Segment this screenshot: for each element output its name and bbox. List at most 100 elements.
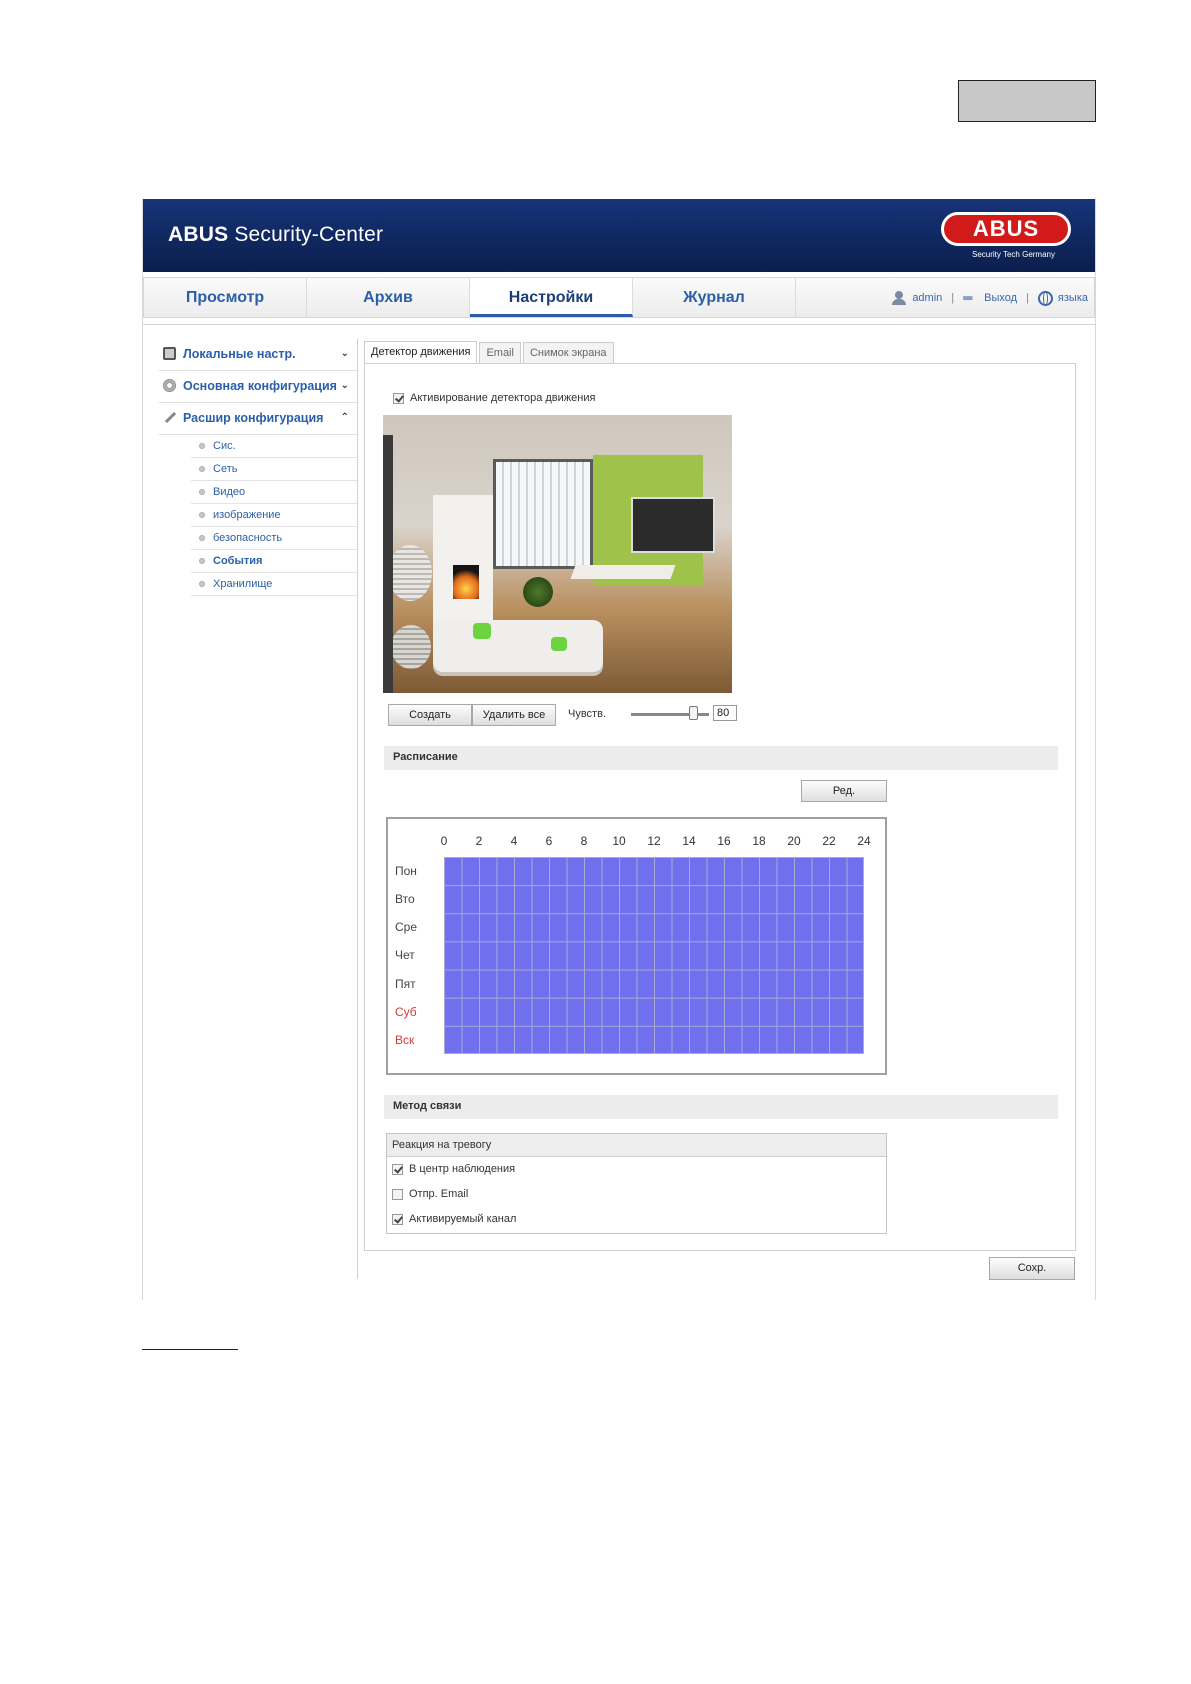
sidebar-section-local[interactable]: Локальные настр. ⌄ — [159, 339, 357, 371]
sidebar-item-video[interactable]: Видео — [191, 481, 357, 504]
edit-schedule-button[interactable]: Ред. — [801, 780, 887, 802]
nav-tab-live-view[interactable]: Просмотр — [144, 278, 307, 317]
day-label: Вск — [395, 1032, 415, 1047]
preview-post — [383, 435, 393, 693]
sensitivity-value-field[interactable]: 80 — [713, 705, 737, 721]
footnote-rule — [142, 1349, 238, 1350]
preview-window — [493, 459, 593, 569]
option-label: Активируемый канал — [409, 1213, 517, 1225]
delete-all-button[interactable]: Удалить все — [472, 704, 556, 726]
preview-lamp — [388, 545, 432, 601]
nav-tab-playback[interactable]: Архив — [307, 278, 470, 317]
hour-label: 12 — [647, 834, 661, 848]
monitor-icon — [163, 347, 176, 360]
preview-artwork — [631, 497, 715, 553]
sidebar-section-label: Локальные настр. — [183, 347, 296, 361]
hour-label: 0 — [440, 834, 448, 848]
page-corner-box — [958, 80, 1096, 122]
schedule-grid[interactable] — [444, 857, 864, 1054]
sidebar-item-events[interactable]: События — [191, 550, 357, 573]
tab-motion-detection[interactable]: Детектор движения — [364, 341, 478, 364]
sidebar: Локальные настр. ⌄ Основная конфигурация… — [159, 339, 358, 1279]
event-tabs: Детектор движения Email Снимок экрана — [364, 341, 616, 364]
nav-tab-log[interactable]: Журнал — [633, 278, 796, 317]
hour-label: 10 — [612, 834, 626, 848]
linkage-options: Реакция на тревогу В центр наблюдения От… — [386, 1133, 887, 1234]
sidebar-item-network[interactable]: Сеть — [191, 458, 357, 481]
day-label: Пон — [395, 864, 417, 878]
enable-motion-label: Активирование детектора движения — [410, 392, 596, 404]
hour-label: 24 — [857, 834, 871, 848]
linkage-option-channel[interactable]: Активируемый канал — [387, 1207, 886, 1232]
schedule-section-title: Расписание — [384, 746, 1058, 770]
linkage-section-title: Метод связи — [384, 1095, 1058, 1119]
globe-icon — [1037, 290, 1053, 306]
separator: | — [1026, 292, 1029, 305]
camera-preview-image[interactable] — [383, 415, 732, 693]
gear-icon — [163, 379, 176, 392]
chevron-down-icon: ⌄ — [340, 348, 349, 359]
user-icon — [892, 291, 907, 306]
wrench-icon — [164, 411, 177, 424]
abus-logo: ABUS — [941, 212, 1071, 246]
web-app-window: ABUS Security-Center ABUS Security Tech … — [142, 199, 1096, 1300]
preview-table — [570, 565, 676, 579]
preview-plant — [523, 577, 553, 607]
sidebar-item-system[interactable]: Сис. — [191, 435, 357, 458]
tab-snapshot[interactable]: Снимок экрана — [522, 342, 614, 364]
sensitivity-label: Чувств. — [568, 708, 606, 720]
main-area: Локальные настр. ⌄ Основная конфигурация… — [143, 324, 1095, 1301]
motion-detection-panel: Активирование детектора движения Создать… — [364, 363, 1076, 1251]
sidebar-section-basic[interactable]: Основная конфигурация ⌄ — [159, 371, 357, 403]
option-checkbox[interactable] — [392, 1188, 403, 1200]
save-button[interactable]: Сохр. — [989, 1257, 1075, 1280]
language-link[interactable]: языка — [1058, 278, 1088, 318]
user-name[interactable]: admin — [912, 278, 942, 318]
day-label: Сре — [395, 920, 418, 935]
logout-icon — [963, 293, 980, 304]
hour-label: 22 — [822, 834, 836, 848]
create-area-button[interactable]: Создать — [388, 704, 472, 726]
option-checkbox[interactable] — [392, 1163, 403, 1175]
day-label: Вто — [395, 892, 415, 907]
sidebar-item-storage[interactable]: Хранилище — [191, 573, 357, 596]
preview-cushion — [473, 623, 491, 639]
user-controls: admin | Выход | языка — [892, 278, 1088, 317]
preview-cushion — [551, 637, 567, 651]
hour-label: 8 — [580, 834, 588, 848]
option-label: В центр наблюдения — [409, 1163, 516, 1175]
app-title: ABUS Security-Center — [168, 223, 384, 246]
chevron-down-icon: ⌄ — [340, 380, 349, 391]
day-label: Суб — [395, 1004, 417, 1019]
logout-link[interactable]: Выход — [984, 278, 1017, 318]
tab-email[interactable]: Email — [479, 342, 521, 364]
day-label: Чет — [395, 948, 415, 963]
chevron-up-icon: ⌃ — [340, 412, 349, 423]
sidebar-section-label: Расшир конфигурация — [183, 411, 324, 425]
option-checkbox[interactable] — [392, 1213, 403, 1225]
sidebar-item-security[interactable]: безопасность — [191, 527, 357, 550]
sidebar-section-label: Основная конфигурация — [183, 379, 337, 393]
sidebar-section-advanced[interactable]: Расшир конфигурация ⌃ — [159, 403, 357, 435]
enable-motion-checkbox[interactable] — [393, 392, 404, 404]
hour-label: 2 — [475, 834, 483, 848]
hour-label: 4 — [510, 834, 518, 848]
preview-sofa — [433, 620, 603, 672]
sensitivity-slider-thumb[interactable] — [689, 706, 699, 720]
hour-label: 14 — [682, 834, 696, 848]
option-label: Отпр. Email — [409, 1188, 469, 1200]
preview-lamp — [391, 625, 431, 669]
nav-tab-configuration[interactable]: Настройки — [470, 278, 633, 317]
preview-fire — [453, 565, 479, 599]
sidebar-submenu: Сис. Сеть Видео изображение безопасность… — [191, 435, 357, 596]
main-navigation: Просмотр Архив Настройки Журнал admin | Вы… — [143, 277, 1095, 318]
linkage-option-surveillance[interactable]: В центр наблюдения — [387, 1157, 886, 1182]
hour-label: 18 — [752, 834, 766, 848]
hour-label: 20 — [787, 834, 801, 848]
enable-motion-row[interactable]: Активирование детектора движения — [393, 392, 595, 404]
linkage-option-email[interactable]: Отпр. Email — [387, 1182, 886, 1207]
logo-tagline: Security Tech Germany — [972, 250, 1055, 259]
hour-label: 6 — [545, 834, 553, 848]
sidebar-item-image[interactable]: изображение — [191, 504, 357, 527]
schedule-box: 0 2 4 6 8 10 12 14 16 18 20 22 24 Пон Вто Сре Чет Пят Суб… — [386, 817, 887, 1075]
